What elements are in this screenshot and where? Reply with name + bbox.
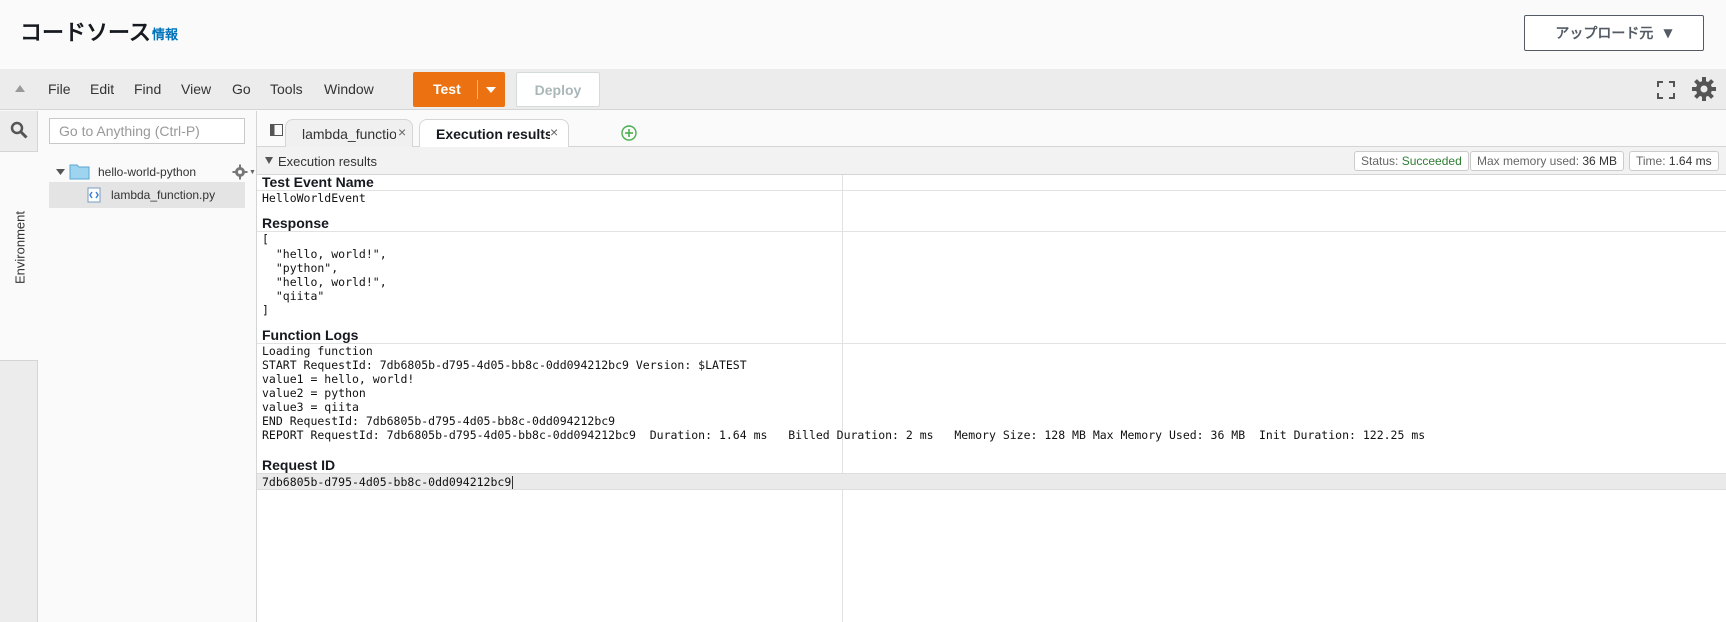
page-header: コードソース 情報 アップロード元 ▼ bbox=[0, 0, 1726, 66]
response-line: [ bbox=[262, 232, 269, 246]
response-line: "hello, world!", bbox=[262, 247, 387, 261]
test-button-divider bbox=[477, 80, 478, 99]
menu-find[interactable]: Find bbox=[134, 81, 161, 97]
folder-name: hello-world-python bbox=[98, 165, 197, 179]
response-line: "hello, world!", bbox=[262, 275, 387, 289]
request-id-row[interactable]: 7db6805b-d795-4d05-bb8c-0dd094212bc9 bbox=[257, 473, 1726, 490]
file-name: lambda_function.py bbox=[111, 188, 216, 202]
fullscreen-icon[interactable] bbox=[1656, 80, 1676, 100]
python-file-icon bbox=[87, 187, 101, 203]
caret-down-icon: ▼ bbox=[1663, 26, 1673, 40]
response-title: Response bbox=[262, 215, 329, 231]
add-tab-icon[interactable] bbox=[621, 125, 637, 141]
log-line: value2 = python bbox=[262, 386, 366, 400]
response-line: ] bbox=[262, 303, 269, 317]
test-dropdown-icon[interactable] bbox=[483, 83, 499, 97]
test-event-name-value: HelloWorldEvent bbox=[262, 191, 366, 205]
memory-value: 36 MB bbox=[1582, 154, 1618, 168]
response-line: "qiita" bbox=[262, 289, 325, 303]
time-value: 1.64 ms bbox=[1668, 154, 1712, 168]
memory-badge: Max memory used: 36 MB bbox=[1470, 151, 1625, 171]
editor-tab-bar: lambda_function. × Execution results × bbox=[257, 111, 1726, 148]
text-cursor bbox=[512, 476, 514, 489]
ide-left-rail: Environment bbox=[0, 111, 38, 622]
folder-icon bbox=[69, 164, 90, 180]
page-title: コードソース bbox=[20, 21, 151, 46]
info-link[interactable]: 情報 bbox=[152, 24, 178, 43]
status-badge: Status: Succeeded bbox=[1354, 151, 1469, 171]
menu-tools[interactable]: Tools bbox=[270, 81, 303, 97]
toggle-panel-icon[interactable] bbox=[270, 124, 283, 136]
memory-label: Max memory used: bbox=[1477, 154, 1580, 168]
tab-execution-results[interactable]: Execution results × bbox=[419, 119, 569, 148]
log-line: value1 = hello, world! bbox=[262, 372, 415, 386]
print-margin-line bbox=[842, 175, 843, 622]
log-line: REPORT RequestId: 7db6805b-d795-4d05-bb8… bbox=[262, 428, 1426, 442]
environment-tab[interactable]: Environment bbox=[0, 151, 38, 361]
ide-menubar: File Edit Find View Go Tools Window Test… bbox=[0, 69, 1726, 110]
request-id-value[interactable]: 7db6805b-d795-4d05-bb8c-0dd094212bc9 bbox=[262, 475, 514, 490]
tab-label: Execution results bbox=[436, 126, 550, 142]
function-logs-title: Function Logs bbox=[262, 327, 359, 343]
execution-results-title: Execution results bbox=[278, 154, 377, 169]
log-line: Loading function bbox=[262, 344, 373, 358]
go-to-anything-input[interactable] bbox=[49, 118, 245, 144]
file-tree-panel: hello-world-python ▼ lambda_function.py bbox=[38, 111, 257, 622]
gear-icon[interactable] bbox=[1691, 76, 1717, 102]
execution-results-header[interactable]: Execution results Status: Succeeded Max … bbox=[257, 147, 1726, 175]
menu-go[interactable]: Go bbox=[232, 81, 251, 97]
collapse-up-icon[interactable] bbox=[14, 84, 26, 94]
tree-file-row[interactable]: lambda_function.py bbox=[49, 182, 245, 208]
tree-folder-row[interactable]: hello-world-python ▼ bbox=[56, 163, 256, 183]
close-icon[interactable]: × bbox=[550, 124, 558, 140]
response-line: "python", bbox=[262, 261, 339, 275]
execution-results-panel: Execution results Status: Succeeded Max … bbox=[257, 147, 1726, 622]
request-id-title: Request ID bbox=[262, 457, 336, 473]
expand-triangle-icon[interactable] bbox=[56, 168, 65, 176]
close-icon[interactable]: × bbox=[398, 124, 406, 140]
log-line: START RequestId: 7db6805b-d795-4d05-bb8c… bbox=[262, 358, 747, 372]
folder-gear-icon[interactable] bbox=[232, 164, 248, 180]
menu-window[interactable]: Window bbox=[324, 81, 374, 97]
environment-tab-label: Environment bbox=[12, 211, 28, 284]
time-badge: Time: 1.64 ms bbox=[1629, 151, 1719, 171]
tab-lambda-function[interactable]: lambda_function. × bbox=[285, 119, 413, 147]
upload-from-button[interactable]: アップロード元 ▼ bbox=[1524, 15, 1704, 51]
request-id-text: 7db6805b-d795-4d05-bb8c-0dd094212bc9 bbox=[262, 475, 512, 489]
test-button[interactable]: Test bbox=[413, 72, 505, 107]
status-value: Succeeded bbox=[1401, 154, 1462, 168]
log-line: END RequestId: 7db6805b-d795-4d05-bb8c-0… bbox=[262, 414, 616, 428]
divider bbox=[257, 231, 1726, 232]
divider bbox=[257, 190, 1726, 191]
status-label: Status: bbox=[1361, 154, 1399, 168]
test-button-label: Test bbox=[433, 81, 461, 97]
deploy-button[interactable]: Deploy bbox=[516, 72, 600, 107]
upload-from-label: アップロード元 bbox=[1555, 26, 1654, 42]
tab-label: lambda_function. bbox=[302, 126, 396, 142]
folder-gear-caret-icon: ▼ bbox=[249, 169, 256, 176]
menu-edit[interactable]: Edit bbox=[90, 81, 114, 97]
menu-file[interactable]: File bbox=[48, 81, 71, 97]
divider bbox=[257, 343, 1726, 344]
test-event-name-title: Test Event Name bbox=[262, 174, 374, 190]
search-icon[interactable] bbox=[10, 121, 28, 139]
collapse-triangle-icon[interactable] bbox=[265, 157, 273, 164]
time-label: Time: bbox=[1636, 154, 1666, 168]
execution-results-body: Test Event Name HelloWorldEvent Response… bbox=[257, 174, 1726, 622]
log-line: value3 = qiita bbox=[262, 400, 359, 414]
menu-view[interactable]: View bbox=[181, 81, 211, 97]
